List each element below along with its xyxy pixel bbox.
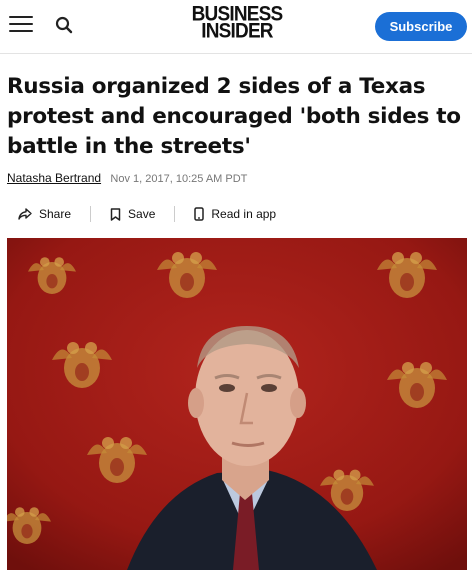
article-hero-image[interactable] bbox=[7, 238, 467, 570]
share-button[interactable]: Share bbox=[18, 207, 71, 221]
article-actions: Share Save Read in app bbox=[7, 202, 467, 226]
phone-icon bbox=[194, 207, 205, 221]
hamburger-menu-icon[interactable] bbox=[9, 16, 33, 36]
save-label: Save bbox=[128, 207, 156, 221]
logo-line-insider: INSIDER bbox=[201, 19, 273, 44]
subscribe-button[interactable]: Subscribe bbox=[375, 12, 467, 41]
site-header: BUSINESS INSIDER Subscribe bbox=[0, 0, 472, 54]
site-logo[interactable]: BUSINESS INSIDER bbox=[186, 4, 288, 44]
search-icon[interactable] bbox=[55, 16, 75, 36]
article-title: Russia organized 2 sides of a Texas prot… bbox=[7, 74, 461, 159]
bookmark-icon bbox=[110, 207, 121, 221]
read-in-app-button[interactable]: Read in app bbox=[194, 207, 276, 221]
author-link[interactable]: Natasha Bertrand bbox=[7, 171, 101, 185]
share-arrow-icon bbox=[18, 208, 32, 220]
divider bbox=[174, 206, 176, 222]
hero-photo bbox=[7, 238, 467, 570]
divider bbox=[90, 206, 92, 222]
read-in-app-label: Read in app bbox=[211, 207, 277, 221]
publish-date: Nov 1, 2017, 10:25 AM PDT bbox=[110, 173, 248, 185]
save-button[interactable]: Save bbox=[110, 207, 155, 221]
byline: Natasha Bertrand Nov 1, 2017, 10:25 AM P… bbox=[7, 171, 247, 185]
share-label: Share bbox=[39, 207, 72, 221]
